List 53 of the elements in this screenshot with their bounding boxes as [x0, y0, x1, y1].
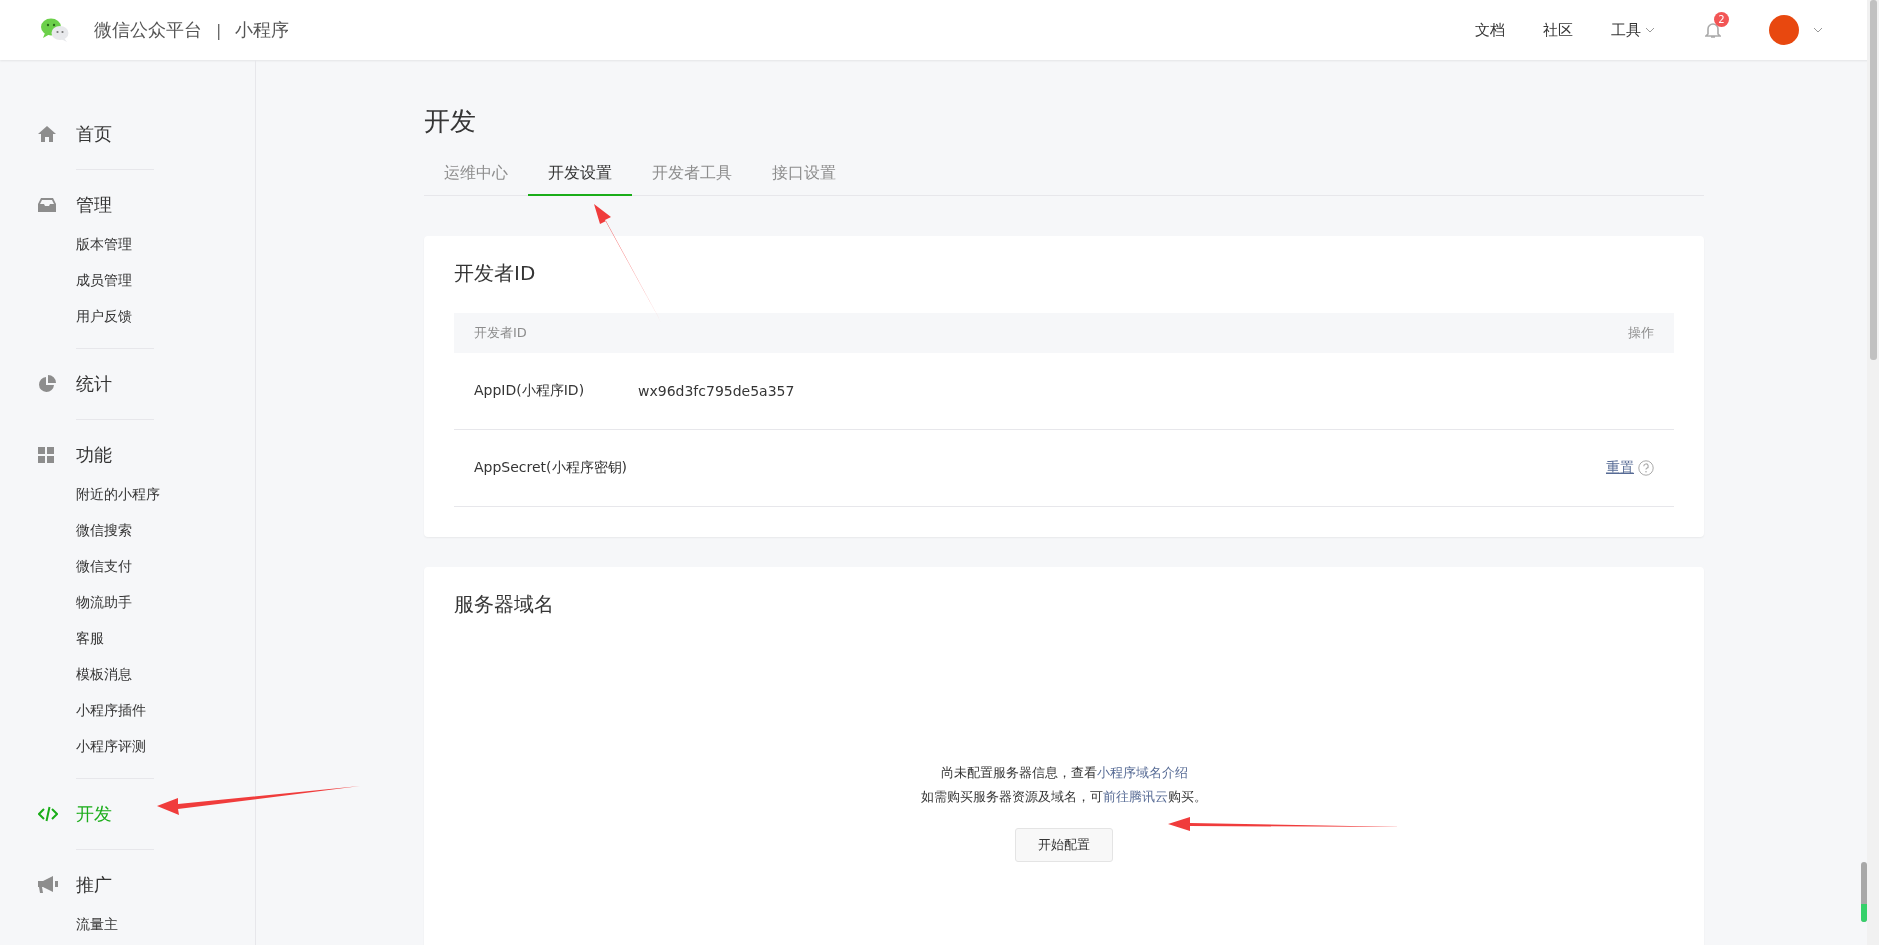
sidebar-subitem[interactable]: 模板消息 — [0, 656, 255, 692]
text-link[interactable]: 小程序域名介绍 — [1096, 765, 1188, 780]
nav-link[interactable]: 社区 — [1543, 20, 1573, 40]
sidebar-item[interactable]: 统计 — [0, 363, 255, 405]
tools-menu[interactable]: 工具 — [1611, 20, 1655, 40]
info-text: 如需购买服务器资源及域名，可前往腾讯云购买。 — [921, 788, 1207, 806]
sidebar-subitem[interactable]: 成员管理 — [0, 262, 255, 298]
bell-icon[interactable] — [1705, 21, 1721, 39]
nav-link[interactable]: 文档 — [1475, 20, 1505, 40]
chevron-down-icon — [1645, 27, 1655, 33]
table-cell-text: AppID(小程序ID) — [474, 382, 586, 400]
column-header: 操作 — [1628, 324, 1654, 342]
sidebar-item[interactable]: 推广 — [0, 864, 255, 906]
column-header: 开发者ID — [474, 324, 527, 342]
start-config-button[interactable]: 开始配置 — [1015, 828, 1113, 862]
table-cell-text: AppSecret(小程序密钥) — [474, 459, 629, 477]
product-name: 小程序 — [235, 18, 290, 42]
title-separator: | — [216, 20, 222, 40]
sidebar-subitem[interactable]: 微信搜索 — [0, 512, 255, 548]
page-title: 开发 — [424, 105, 477, 138]
table-cell: wx96d3fc795de5a357 — [638, 383, 795, 399]
notification-badge: 2 — [1714, 12, 1729, 27]
sidebar-subitem[interactable]: 用户反馈 — [0, 298, 255, 334]
scroll-indicator — [1861, 862, 1867, 922]
chevron-down-icon[interactable] — [1813, 27, 1823, 33]
sidebar-item[interactable]: 管理 — [0, 184, 255, 226]
code-icon — [38, 806, 58, 822]
sidebar-subitem[interactable]: 微信支付 — [0, 548, 255, 584]
pie-chart-icon — [38, 375, 56, 393]
sidebar-subitem[interactable]: 物流助手 — [0, 584, 255, 620]
help-icon[interactable] — [1638, 460, 1654, 476]
sidebar-subitem[interactable]: 版本管理 — [0, 226, 255, 262]
grid-icon — [38, 447, 54, 463]
megaphone-icon — [38, 876, 58, 894]
reset-link[interactable]: 重置 — [1606, 459, 1634, 477]
tab[interactable]: 开发设置 — [528, 153, 632, 196]
avatar[interactable] — [1769, 15, 1799, 45]
sidebar-item[interactable]: 功能 — [0, 434, 255, 476]
home-icon — [38, 126, 56, 142]
sidebar-item[interactable]: 首页 — [0, 113, 255, 155]
info-text: 尚未配置服务器信息，查看小程序域名介绍 — [940, 764, 1188, 782]
section-title: 开发者ID — [454, 260, 537, 287]
text-link[interactable]: 前往腾讯云 — [1103, 789, 1168, 804]
sidebar-subitem[interactable]: 小程序评测 — [0, 728, 255, 764]
sidebar-subitem[interactable]: 客服 — [0, 620, 255, 656]
tray-icon — [38, 197, 56, 213]
scrollbar[interactable] — [1867, 0, 1879, 945]
platform-name: 微信公众平台 — [94, 18, 202, 42]
sidebar-subitem[interactable]: 流量主 — [0, 906, 255, 942]
sidebar-subitem[interactable]: 附近的小程序 — [0, 476, 255, 512]
section-title: 服务器域名 — [454, 591, 555, 618]
sidebar-subitem[interactable]: 小程序插件 — [0, 692, 255, 728]
chat-bubbles-icon — [40, 17, 70, 43]
